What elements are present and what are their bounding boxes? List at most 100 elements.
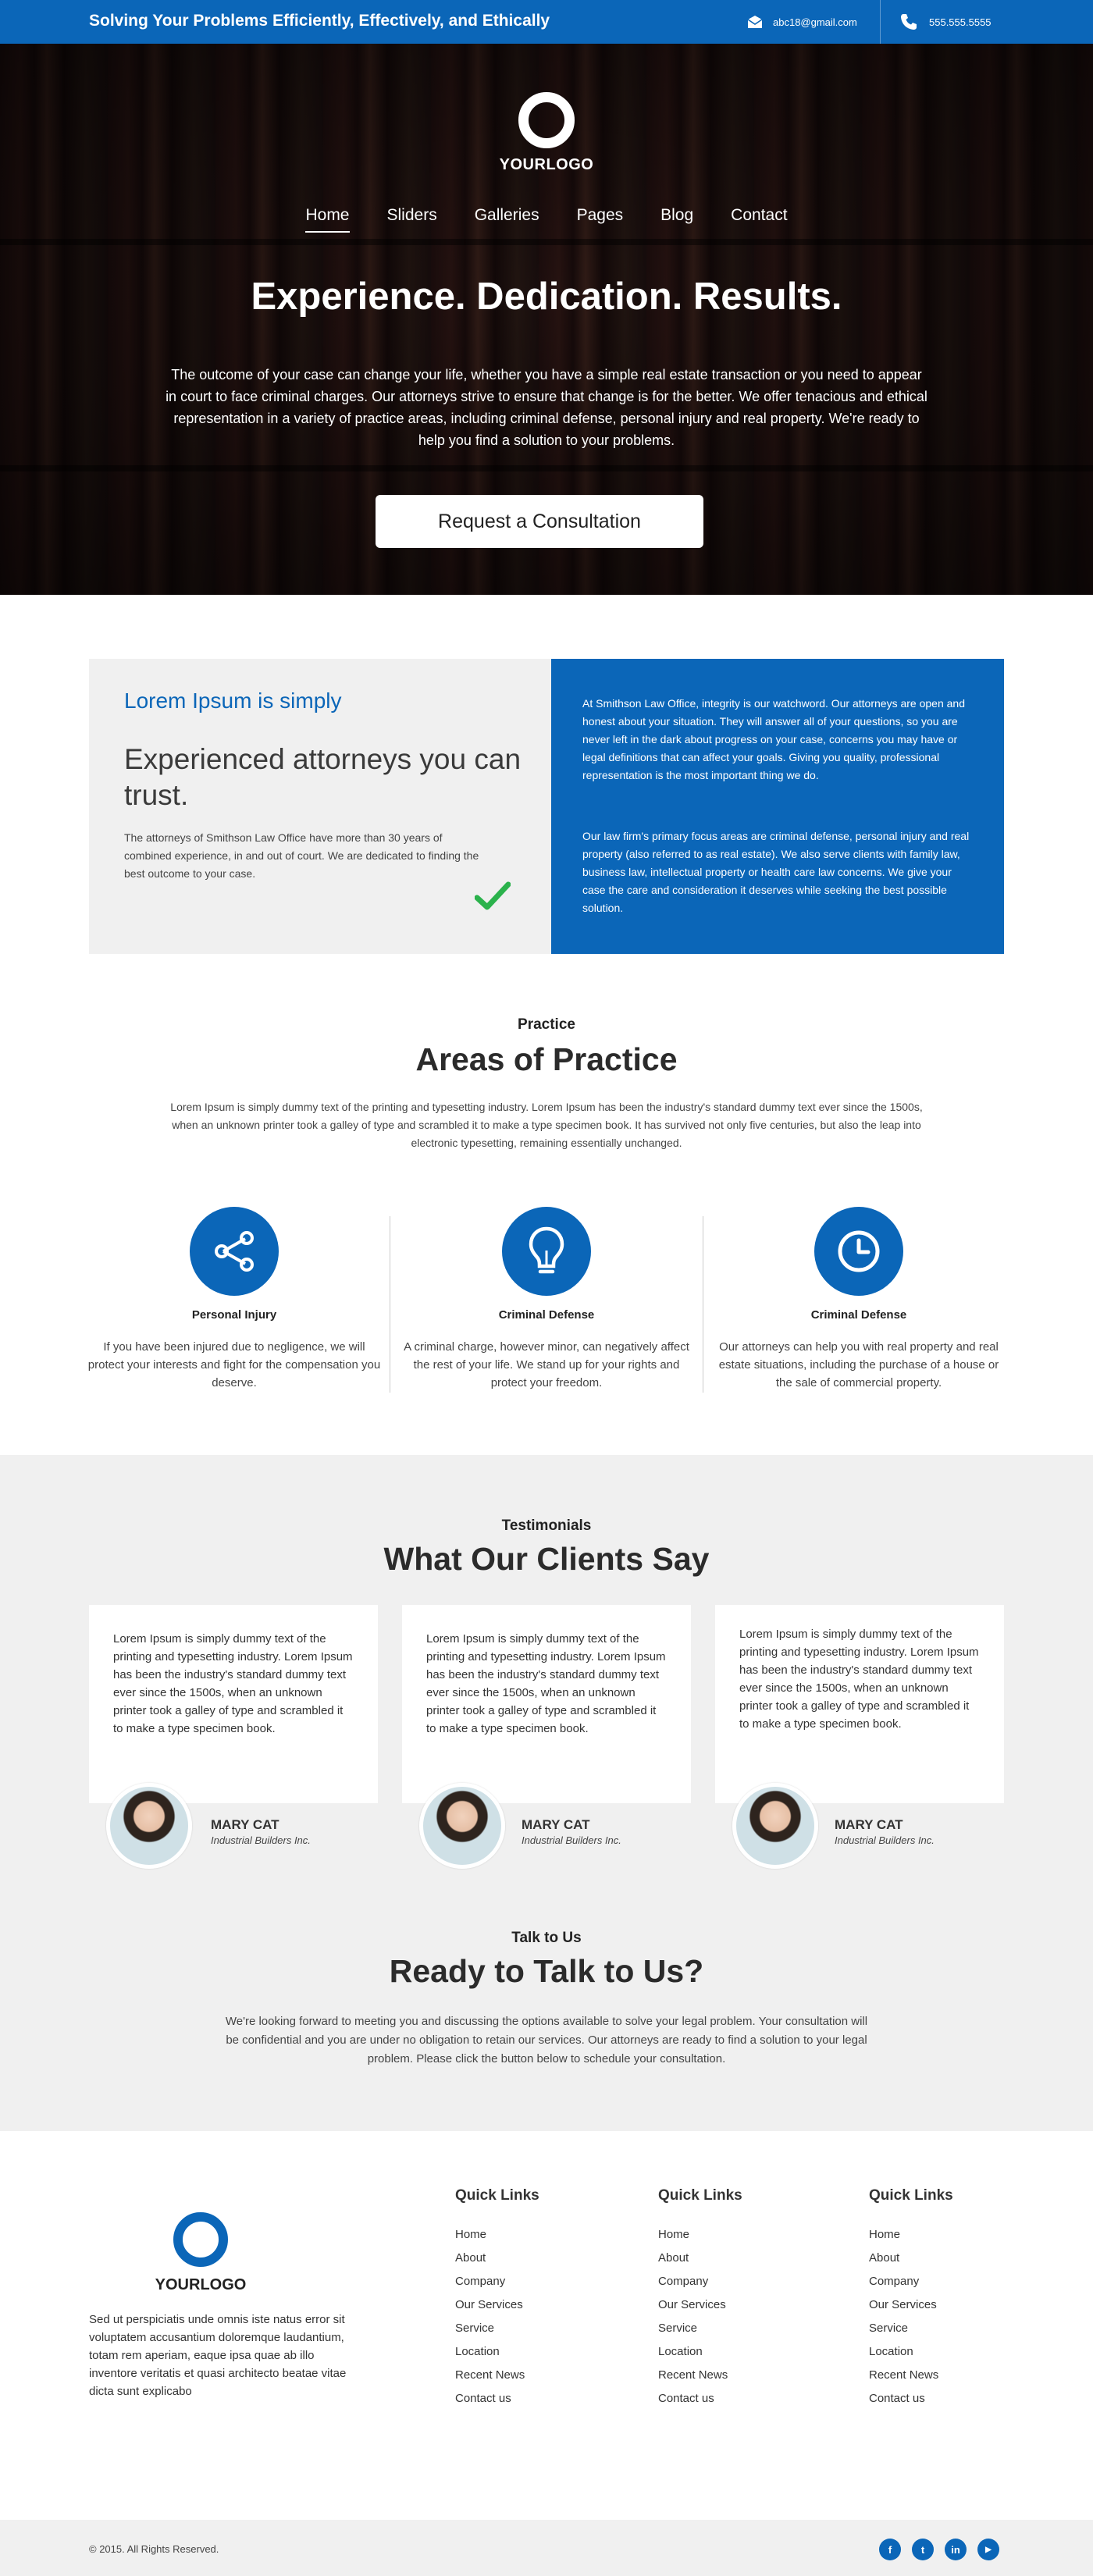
linkedin-icon[interactable]: in: [945, 2539, 967, 2560]
footer-link-location[interactable]: Location: [869, 2345, 913, 2358]
footer-about-text: Sed ut perspiciatis unde omnis iste natu…: [89, 2313, 347, 2398]
testimonial-card: Lorem Ipsum is simply dummy text of the …: [715, 1605, 1004, 1803]
testimonial-name: MARY CAT: [835, 1817, 903, 1832]
testimonial-company: Industrial Builders Inc.: [211, 1834, 311, 1846]
footer-link-service[interactable]: Service: [455, 2322, 494, 2335]
practice-title: Personal Injury: [191, 1308, 277, 1322]
nav-sliders[interactable]: Sliders: [387, 206, 437, 233]
tagline: Solving Your Problems Efficiently, Effec…: [89, 12, 550, 30]
hero-section: YOURLOGO Home Sliders Galleries Pages Bl…: [0, 44, 1093, 595]
footer-link-service[interactable]: Service: [869, 2322, 908, 2335]
footer-link-about[interactable]: About: [658, 2251, 689, 2265]
nav-contact[interactable]: Contact: [731, 206, 787, 233]
practice-icon-circle: [814, 1207, 903, 1296]
practice-item[interactable]: Criminal Defense Our attorneys can help …: [710, 1202, 1007, 1397]
testimonial-quote: Lorem Ipsum is simply dummy text of the …: [113, 1632, 353, 1735]
nav-galleries[interactable]: Galleries: [475, 206, 539, 233]
phone-contact[interactable]: 555.555.5555: [899, 9, 992, 34]
footer-link-our-services[interactable]: Our Services: [455, 2298, 523, 2311]
footer-link-about[interactable]: About: [869, 2251, 899, 2265]
footer-link-our-services[interactable]: Our Services: [869, 2298, 937, 2311]
envelope-icon: [747, 16, 763, 28]
about-kicker: Lorem Ipsum is simply: [124, 688, 342, 713]
footer-link-contact-us[interactable]: Contact us: [658, 2392, 714, 2405]
bottom-bar: © 2015. All Rights Reserved. f t in ▶: [0, 2520, 1093, 2576]
talk-title: Ready to Talk to Us?: [389, 1953, 704, 1989]
practice-title: Criminal Defense: [810, 1308, 907, 1322]
avatar: [732, 1783, 818, 1869]
practice-item[interactable]: Personal Injury If you have been injured…: [86, 1202, 383, 1397]
footer-link-company[interactable]: Company: [455, 2275, 505, 2288]
testimonial-company: Industrial Builders Inc.: [522, 1834, 621, 1846]
email-address[interactable]: abc18@gmail.com: [773, 16, 857, 28]
about-right-panel: At Smithson Law Office, integrity is our…: [551, 659, 1004, 954]
phone-number[interactable]: 555.555.5555: [929, 16, 992, 28]
practice-title: Criminal Defense: [498, 1308, 595, 1322]
practice-title: Areas of Practice: [415, 1041, 678, 1077]
footer-links-column: Quick Links Home About Company Our Servi…: [869, 2187, 1041, 2415]
youtube-icon[interactable]: ▶: [977, 2539, 999, 2560]
practice-text: A criminal charge, however minor, can ne…: [404, 1340, 689, 1389]
lightbulb-icon: [529, 1226, 564, 1274]
footer-link-service[interactable]: Service: [658, 2322, 697, 2335]
footer-link-recent-news[interactable]: Recent News: [869, 2368, 938, 2382]
testimonial-quote: Lorem Ipsum is simply dummy text of the …: [426, 1632, 666, 1735]
logo-text[interactable]: YOURLOGO: [468, 156, 625, 174]
practice-item[interactable]: Criminal Defense A criminal charge, howe…: [398, 1202, 695, 1397]
footer-link-recent-news[interactable]: Recent News: [455, 2368, 525, 2382]
testimonial-company: Industrial Builders Inc.: [835, 1834, 935, 1846]
footer-link-about[interactable]: About: [455, 2251, 486, 2265]
phone-icon: [901, 14, 917, 30]
footer-link-home[interactable]: Home: [658, 2228, 689, 2241]
practice-kicker: Practice: [518, 1016, 575, 1033]
hero-headline: Experience. Dedication. Results.: [251, 276, 842, 318]
top-bar: Solving Your Problems Efficiently, Effec…: [0, 0, 1093, 44]
testimonial-name: MARY CAT: [211, 1817, 279, 1832]
share-icon: [215, 1231, 254, 1272]
clock-icon: [838, 1230, 880, 1272]
footer-link-contact-us[interactable]: Contact us: [455, 2392, 511, 2405]
shelf-divider: [0, 239, 1093, 245]
footer-link-company[interactable]: Company: [658, 2275, 708, 2288]
talk-kicker: Talk to Us: [511, 1930, 582, 1946]
testimonials-title: What Our Clients Say: [383, 1541, 710, 1577]
logo-icon[interactable]: [518, 92, 575, 148]
email-contact[interactable]: abc18@gmail.com: [746, 9, 857, 34]
footer-column-title: Quick Links: [455, 2187, 539, 2204]
nav-home[interactable]: Home: [305, 206, 350, 233]
footer-links-column: Quick Links Home About Company Our Servi…: [455, 2187, 627, 2415]
footer-link-company[interactable]: Company: [869, 2275, 919, 2288]
footer-link-our-services[interactable]: Our Services: [658, 2298, 726, 2311]
copyright: © 2015. All Rights Reserved.: [89, 2543, 219, 2555]
practice-icon-circle: [190, 1207, 279, 1296]
practice-intro: Lorem Ipsum is simply dummy text of the …: [170, 1101, 923, 1149]
testimonial-card: Lorem Ipsum is simply dummy text of the …: [402, 1605, 691, 1803]
footer-logo-icon[interactable]: [173, 2212, 228, 2267]
footer-link-location[interactable]: Location: [455, 2345, 500, 2358]
footer-column-title: Quick Links: [658, 2187, 742, 2204]
main-nav: Home Sliders Galleries Pages Blog Contac…: [0, 206, 1093, 233]
testimonials-kicker: Testimonials: [501, 1517, 592, 1534]
twitter-icon[interactable]: t: [912, 2539, 934, 2560]
about-left-panel: Lorem Ipsum is simply Experienced attorn…: [89, 659, 551, 954]
request-consultation-button[interactable]: Request a Consultation: [376, 495, 703, 548]
footer-link-home[interactable]: Home: [455, 2228, 486, 2241]
checkmark-icon: [475, 881, 511, 910]
avatar: [106, 1783, 192, 1869]
talk-text: We're looking forward to meeting you and…: [225, 2015, 868, 2065]
nav-pages[interactable]: Pages: [577, 206, 624, 233]
nav-blog[interactable]: Blog: [660, 206, 693, 233]
footer-column-title: Quick Links: [869, 2187, 953, 2204]
about-paragraph: At Smithson Law Office, integrity is our…: [582, 697, 965, 781]
practice-text: If you have been injured due to negligen…: [87, 1340, 381, 1389]
footer-logo-text[interactable]: YOURLOGO: [123, 2276, 279, 2294]
about-paragraph: Our law firm's primary focus areas are c…: [582, 830, 970, 914]
avatar: [419, 1783, 505, 1869]
footer-link-contact-us[interactable]: Contact us: [869, 2392, 925, 2405]
facebook-icon[interactable]: f: [879, 2539, 901, 2560]
footer-link-home[interactable]: Home: [869, 2228, 900, 2241]
testimonial-card: Lorem Ipsum is simply dummy text of the …: [89, 1605, 378, 1803]
footer-link-recent-news[interactable]: Recent News: [658, 2368, 728, 2382]
shelf-divider: [0, 465, 1093, 471]
footer-link-location[interactable]: Location: [658, 2345, 703, 2358]
